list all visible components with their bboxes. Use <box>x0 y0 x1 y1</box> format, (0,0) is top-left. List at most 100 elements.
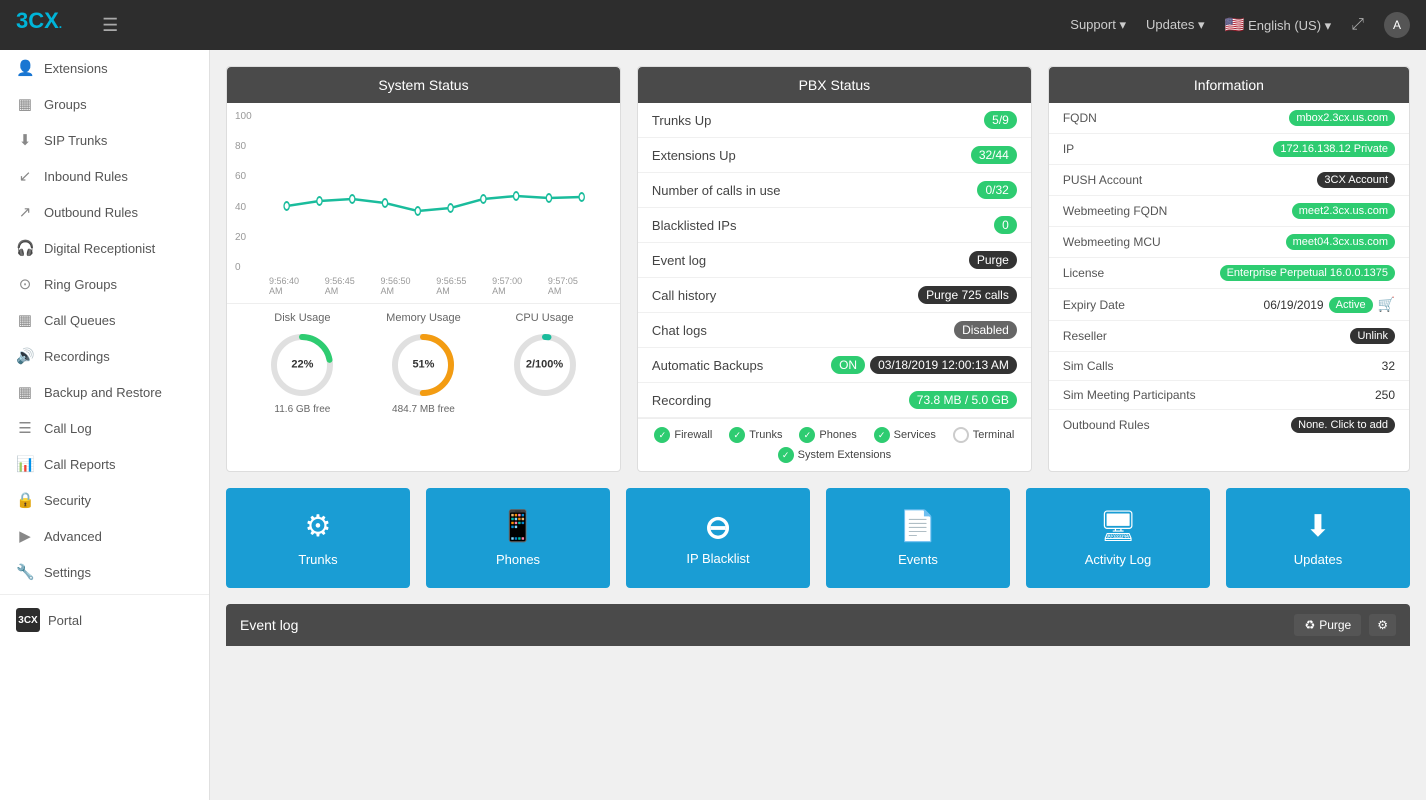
event-log-settings-button[interactable]: ⚙ <box>1369 614 1396 636</box>
sidebar-item-inbound-rules[interactable]: ↙ Inbound Rules <box>0 158 209 194</box>
event-log-actions: ♻ Purge ⚙ <box>1294 614 1396 636</box>
system-status-header: System Status <box>227 67 620 103</box>
sidebar-item-extensions[interactable]: 👤 Extensions <box>0 50 209 86</box>
blacklisted-ips-badge: 0 <box>994 216 1017 234</box>
reseller-unlink[interactable]: Unlink <box>1350 328 1395 344</box>
event-log-section: Event log ♻ Purge ⚙ <box>226 604 1410 646</box>
tiles-row: ⚙ Trunks 📱 Phones ⊖ IP Blacklist 📄 Event… <box>226 488 1410 588</box>
pbx-row-blacklisted: Blacklisted IPs 0 <box>638 208 1031 243</box>
info-outbound-rules: Outbound Rules None. Click to add <box>1049 410 1409 440</box>
sidebar: 👤 Extensions ▦ Groups ⬇ SIP Trunks ↙ Inb… <box>0 50 210 800</box>
updates-tile-icon: ⬇ <box>1305 509 1330 544</box>
main-content: System Status 100 80 60 40 20 0 <box>210 50 1426 800</box>
trunks-tile-icon: ⚙ <box>305 509 332 544</box>
info-sim-calls: Sim Calls 32 <box>1049 352 1409 381</box>
system-status-card: System Status 100 80 60 40 20 0 <box>226 66 621 472</box>
pbx-row-event-log: Event log Purge <box>638 243 1031 278</box>
disk-usage-gauge: Disk Usage 22% 11.6 GB free <box>267 312 337 415</box>
info-ip: IP 172.16.138.12 Private <box>1049 134 1409 165</box>
call-reports-icon: 📊 <box>16 455 34 473</box>
sidebar-item-groups[interactable]: ▦ Groups <box>0 86 209 122</box>
extensions-up-badge: 32/44 <box>971 146 1017 164</box>
cart-icon[interactable]: 🛒 <box>1378 296 1395 313</box>
services-status: ✓ Services <box>874 427 936 443</box>
user-avatar[interactable]: A <box>1384 12 1410 38</box>
sim-meeting-value: 250 <box>1375 388 1395 402</box>
pbx-status-header: PBX Status <box>638 67 1031 103</box>
updates-link[interactable]: Updates ▾ <box>1146 17 1205 33</box>
ring-groups-icon: ⊙ <box>16 275 34 293</box>
groups-icon: ▦ <box>16 95 34 113</box>
event-log-badge[interactable]: Purge <box>969 251 1017 269</box>
sidebar-item-outbound-rules[interactable]: ↗ Outbound Rules <box>0 194 209 230</box>
support-link[interactable]: Support ▾ <box>1070 17 1126 33</box>
info-sim-meeting: Sim Meeting Participants 250 <box>1049 381 1409 410</box>
extensions-icon: 👤 <box>16 59 34 77</box>
license-value: Enterprise Perpetual 16.0.0.1375 <box>1220 265 1395 281</box>
event-log-title: Event log <box>240 617 298 633</box>
expand-icon[interactable]: ⤢ <box>1351 16 1364 34</box>
outbound-rules-value[interactable]: None. Click to add <box>1291 417 1395 433</box>
tile-updates[interactable]: ⬇ Updates <box>1226 488 1410 588</box>
ip-value: 172.16.138.12 Private <box>1273 141 1395 157</box>
events-tile-icon: 📄 <box>899 509 936 544</box>
terminal-status: Terminal <box>953 427 1015 443</box>
pbx-status-card: PBX Status Trunks Up 5/9 Extensions Up 3… <box>637 66 1032 472</box>
sidebar-item-settings[interactable]: 🔧 Settings <box>0 554 209 590</box>
event-log-purge-button[interactable]: ♻ Purge <box>1294 614 1361 636</box>
recordings-icon: 🔊 <box>16 347 34 365</box>
sidebar-item-call-queues[interactable]: ▦ Call Queues <box>0 302 209 338</box>
pbx-row-chat-logs: Chat logs Disabled <box>638 313 1031 348</box>
3cx-brand: 3CX <box>16 608 40 632</box>
sidebar-item-advanced[interactable]: ▶ Advanced <box>0 518 209 554</box>
call-queues-icon: ▦ <box>16 311 34 329</box>
main-layout: 👤 Extensions ▦ Groups ⬇ SIP Trunks ↙ Inb… <box>0 50 1426 800</box>
activity-log-tile-icon: 🖥 <box>1099 509 1137 544</box>
settings-icon: 🔧 <box>16 563 34 581</box>
sidebar-item-security[interactable]: 🔒 Security <box>0 482 209 518</box>
phones-tile-icon: 📱 <box>499 509 536 544</box>
firewall-status: ✓ Firewall <box>654 427 712 443</box>
event-log-bar: Event log ♻ Purge ⚙ <box>226 604 1410 646</box>
pbx-row-calls-in-use: Number of calls in use 0/32 <box>638 173 1031 208</box>
nav-right: Support ▾ Updates ▾ 🇺🇸 English (US) ▾ ⤢ … <box>1070 12 1410 38</box>
pbx-row-trunks: Trunks Up 5/9 <box>638 103 1031 138</box>
hamburger-icon[interactable]: ☰ <box>102 15 118 36</box>
logo: 3CX. <box>16 8 62 42</box>
sidebar-divider <box>0 594 209 595</box>
pbx-row-call-history: Call history Purge 725 calls <box>638 278 1031 313</box>
sidebar-item-portal[interactable]: 3CX Portal <box>0 599 209 641</box>
backup-icon: ▦ <box>16 383 34 401</box>
push-account-value: 3CX Account <box>1317 172 1395 188</box>
sidebar-item-recordings[interactable]: 🔊 Recordings <box>0 338 209 374</box>
info-webmeeting-fqdn: Webmeeting FQDN meet2.3cx.us.com <box>1049 196 1409 227</box>
sidebar-item-digital-receptionist[interactable]: 🎧 Digital Receptionist <box>0 230 209 266</box>
line-chart <box>239 111 608 271</box>
sidebar-item-sip-trunks[interactable]: ⬇ SIP Trunks <box>0 122 209 158</box>
chart-xaxis: 9:56:40AM 9:56:45AM 9:56:50AM 9:56:55AM … <box>239 274 608 296</box>
calls-in-use-badge: 0/32 <box>977 181 1016 199</box>
sidebar-item-backup-restore[interactable]: ▦ Backup and Restore <box>0 374 209 410</box>
pbx-row-extensions: Extensions Up 32/44 <box>638 138 1031 173</box>
advanced-icon: ▶ <box>16 527 34 545</box>
tile-events[interactable]: 📄 Events <box>826 488 1010 588</box>
tile-ip-blacklist[interactable]: ⊖ IP Blacklist <box>626 488 810 588</box>
info-fqdn: FQDN mbox2.3cx.us.com <box>1049 103 1409 134</box>
sidebar-item-ring-groups[interactable]: ⊙ Ring Groups <box>0 266 209 302</box>
language-selector[interactable]: 🇺🇸 English (US) ▾ <box>1225 15 1332 35</box>
tile-phones[interactable]: 📱 Phones <box>426 488 610 588</box>
trunks-status: ✓ Trunks <box>729 427 782 443</box>
call-history-badge[interactable]: Purge 725 calls <box>918 286 1017 304</box>
sidebar-item-call-log[interactable]: ☰ Call Log <box>0 410 209 446</box>
webmeeting-fqdn-value: meet2.3cx.us.com <box>1292 203 1395 219</box>
pbx-row-recording: Recording 73.8 MB / 5.0 GB <box>638 383 1031 418</box>
tile-trunks[interactable]: ⚙ Trunks <box>226 488 410 588</box>
information-header: Information <box>1049 67 1409 103</box>
information-card: Information FQDN mbox2.3cx.us.com IP 172… <box>1048 66 1410 472</box>
outbound-rules-icon: ↗ <box>16 203 34 221</box>
memory-usage-gauge: Memory Usage 51% 484.7 MB free <box>386 312 461 415</box>
gauges-row: Disk Usage 22% 11.6 GB free Memory Usag <box>227 303 620 427</box>
info-webmeeting-mcu: Webmeeting MCU meet04.3cx.us.com <box>1049 227 1409 258</box>
tile-activity-log[interactable]: 🖥 Activity Log <box>1026 488 1210 588</box>
sidebar-item-call-reports[interactable]: 📊 Call Reports <box>0 446 209 482</box>
